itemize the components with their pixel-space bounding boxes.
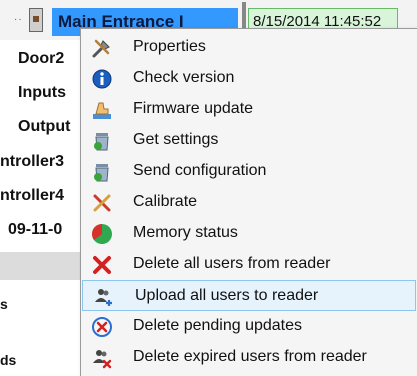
tree-item-partial-s[interactable]: s	[0, 296, 8, 312]
calibrate-tools-icon	[93, 194, 111, 212]
menu-item-label: Delete expired users from reader	[133, 348, 367, 365]
red-x-icon	[93, 256, 111, 274]
pie-chart-icon	[92, 224, 112, 244]
menu-item-firmware-update[interactable]: Firmware update	[81, 94, 417, 125]
menu-item-memory-status[interactable]: Memory status	[81, 218, 417, 249]
tree-item-outputs[interactable]: Output	[18, 118, 70, 136]
menu-item-label: Properties	[133, 38, 206, 55]
menu-item-label: Check version	[133, 69, 235, 86]
tree-item-controller3[interactable]: ntroller3	[0, 153, 64, 171]
menu-item-get-settings[interactable]: Get settings	[81, 125, 417, 156]
menu-item-delete-expired-users[interactable]: Delete expired users from reader	[81, 342, 417, 373]
menu-item-check-version[interactable]: Check version	[81, 63, 417, 94]
tree-item-inputs[interactable]: Inputs	[18, 84, 66, 102]
menu-item-label: Upload all users to reader	[135, 287, 319, 304]
users-plus-icon	[95, 289, 112, 306]
menu-item-send-configuration[interactable]: Send configuration	[81, 156, 417, 187]
tree-item-door2[interactable]: Door2	[18, 50, 64, 68]
menu-item-upload-all-users[interactable]: Upload all users to reader	[82, 280, 416, 311]
menu-item-label: Delete all users from reader	[133, 255, 331, 272]
trash-settings-icon	[94, 133, 109, 151]
menu-item-label: Delete pending updates	[133, 317, 303, 334]
tree-item-controller4[interactable]: ntroller4	[0, 187, 64, 205]
menu-item-label: Calibrate	[133, 193, 198, 210]
menu-item-label: Send configuration	[133, 162, 267, 179]
tree-connector-dots: ··	[14, 14, 23, 25]
users-x-icon	[93, 350, 112, 369]
menu-item-calibrate[interactable]: Calibrate	[81, 187, 417, 218]
context-menu: Properties Check version Firmware update…	[80, 28, 417, 376]
menu-item-delete-pending-updates[interactable]: Delete pending updates	[81, 311, 417, 342]
tree-item-date[interactable]: 09-11-0	[8, 221, 62, 239]
tree-item-partial-ds[interactable]: ds	[0, 352, 16, 368]
pending-delete-icon	[92, 317, 112, 337]
tools-icon	[92, 39, 110, 58]
menu-item-properties[interactable]: Properties	[81, 32, 417, 63]
hand-update-icon	[93, 102, 111, 119]
menu-item-label: Get settings	[133, 131, 219, 148]
trash-send-icon	[94, 164, 109, 182]
menu-item-delete-all-users[interactable]: Delete all users from reader	[81, 249, 417, 280]
door-controller-icon	[29, 8, 43, 32]
info-icon	[92, 69, 112, 89]
menu-item-label: Memory status	[133, 224, 238, 241]
menu-item-label: Firmware update	[133, 100, 254, 117]
